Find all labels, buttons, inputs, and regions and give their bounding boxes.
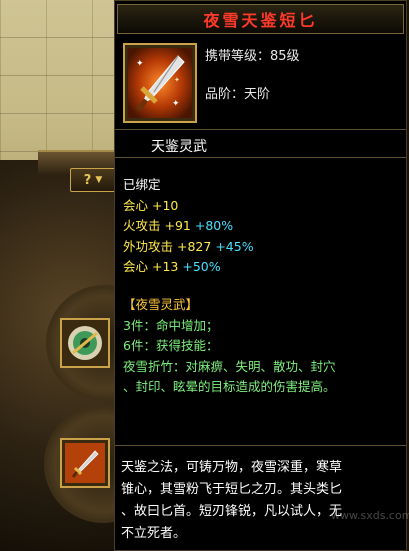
set-skill-line: 夜雪折竹：对麻痹、失明、散功、封穴: [123, 358, 336, 374]
svg-text:✦: ✦: [136, 59, 144, 69]
attribute-row: 会心 +10: [123, 196, 254, 217]
site-watermark: www.sxds.com: [331, 509, 409, 522]
grade-label: 品阶：: [205, 87, 245, 102]
attribute-row: 外功攻击 +827 +45%: [123, 237, 254, 258]
section-divider: [115, 157, 406, 158]
help-icon: ?: [83, 172, 92, 188]
attribute-name: 外功攻击: [123, 238, 174, 254]
set-bonus: 【夜雪灵武】 3件：命中增加； 6件：获得技能： 夜雪折竹：对麻痹、失明、散功、…: [123, 295, 403, 398]
attribute-row: 火攻击 +91 +80%: [123, 216, 254, 237]
item-lore: 天鉴之法，可铸万物，夜雪深重，寒草 锥心，其雪粉飞于短匕之刃。其头类匕 、故曰匕…: [121, 457, 403, 545]
dropdown-arrow-icon: ▼: [95, 175, 103, 185]
carry-level-value: 85级: [270, 49, 300, 64]
carry-level: 携带等级：85级: [205, 45, 300, 64]
attribute-value: +13: [152, 259, 179, 275]
lore-line: 天鉴之法，可铸万物，夜雪深重，寒草: [121, 460, 343, 475]
lore-line: 锥心，其雪粉飞于短匕之刃。其头类匕: [121, 482, 343, 497]
item-title-bar: 夜雪天鉴短匕: [117, 4, 404, 34]
attribute-bonus: +45%: [215, 238, 254, 254]
help-button[interactable]: ? ▼: [70, 168, 116, 192]
carry-level-label: 携带等级：: [205, 49, 271, 64]
equipment-slot-weapon[interactable]: [60, 438, 110, 488]
jade-disc-icon: [68, 326, 102, 360]
item-grade: 品阶：天阶: [205, 83, 270, 102]
section-name: 天鉴灵武: [151, 139, 207, 155]
attribute-name: 会心: [123, 197, 149, 213]
set-title: 【夜雪灵武】: [123, 297, 199, 312]
section-divider: [115, 445, 406, 446]
dagger-icon: [65, 443, 105, 483]
svg-text:✦: ✦: [174, 76, 180, 84]
lore-line: 不立死者。: [121, 526, 187, 541]
game-background: ? ▼: [0, 0, 120, 551]
item-name: 夜雪天鉴短匕: [203, 11, 318, 30]
item-icon-frame: ✦ ✦ ✦: [123, 43, 197, 123]
attribute-row: 会心 +13 +50%: [123, 257, 254, 278]
attribute-name: 火攻击: [123, 218, 161, 234]
attribute-name: 会心: [123, 259, 149, 275]
equipment-slot-accessory[interactable]: [60, 318, 110, 368]
attribute-bonus: +50%: [182, 259, 221, 275]
set-skill-line: 、封印、眩晕的目标造成的伤害提高。: [123, 379, 336, 395]
attribute-value: +827: [177, 238, 212, 254]
attribute-value: +91: [164, 218, 191, 234]
svg-text:✦: ✦: [172, 99, 180, 109]
set-3-pieces: 3件：命中增加；: [123, 317, 219, 333]
grade-value: 天阶: [244, 87, 271, 102]
bound-status: 已绑定: [123, 177, 161, 192]
item-tooltip: 夜雪天鉴短匕 ✦ ✦ ✦ 携带等级：85级 品阶：天阶 天鉴灵武 已绑定 会心 …: [114, 0, 409, 551]
set-6-pieces: 6件：获得技能：: [123, 338, 219, 354]
attribute-value: +10: [152, 197, 179, 213]
dagger-icon: ✦ ✦ ✦: [128, 48, 192, 118]
attribute-bonus: +80%: [194, 218, 234, 234]
section-divider: [115, 129, 406, 130]
attribute-list: 已绑定 会心 +10 火攻击 +91 +80% 外功攻击 +827 +45% 会…: [123, 175, 254, 278]
